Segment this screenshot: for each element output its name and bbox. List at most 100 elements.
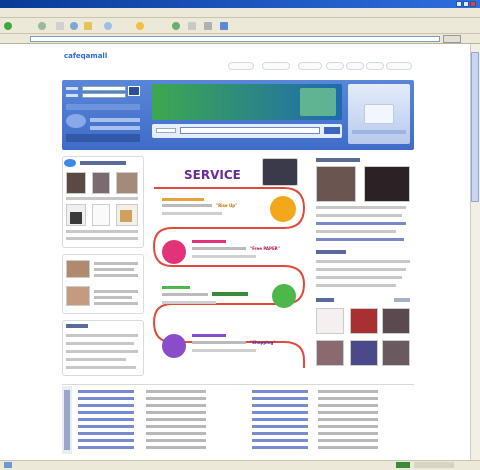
gallery-thumbnail[interactable] xyxy=(316,308,344,334)
star-icon xyxy=(136,21,144,30)
list-line xyxy=(316,206,406,209)
panel-title xyxy=(80,161,126,165)
person-photo[interactable] xyxy=(66,260,90,278)
service-desc xyxy=(162,204,212,207)
list-line xyxy=(66,366,136,369)
list-line xyxy=(66,334,138,337)
service-desc xyxy=(162,212,222,215)
service-icon-riseup[interactable] xyxy=(270,196,296,222)
service-desc xyxy=(192,255,256,258)
list-line xyxy=(316,238,404,241)
site-logo[interactable]: cafeqamall xyxy=(64,52,107,60)
gallery-thumbnail[interactable] xyxy=(382,340,410,366)
more-link[interactable] xyxy=(394,298,410,302)
gallery-thumbnail[interactable] xyxy=(316,340,344,366)
service-desc xyxy=(192,341,246,344)
panel-title xyxy=(66,324,88,328)
refresh-icon xyxy=(70,21,78,30)
service-label xyxy=(192,240,226,243)
window-titlebar xyxy=(0,0,480,8)
login-id-input[interactable] xyxy=(82,86,126,91)
list-line xyxy=(94,290,138,293)
refresh-button[interactable] xyxy=(70,21,78,30)
person-photo[interactable] xyxy=(66,286,90,306)
edit-button[interactable] xyxy=(220,21,228,30)
topnav-item-2[interactable] xyxy=(262,62,290,70)
gallery-thumbnail[interactable] xyxy=(382,308,410,334)
member-benefits-banner[interactable] xyxy=(66,134,140,142)
photo-thumbnail[interactable] xyxy=(92,172,110,194)
login-pw-label xyxy=(66,94,78,97)
topnav-item-4[interactable] xyxy=(326,62,344,70)
close-button[interactable] xyxy=(470,1,476,7)
search-category-select[interactable] xyxy=(156,128,176,133)
topnav-item-6[interactable] xyxy=(366,62,384,70)
list-line xyxy=(94,262,138,265)
address-input[interactable] xyxy=(30,36,440,42)
service-desc xyxy=(162,301,216,304)
featured-photo[interactable] xyxy=(316,166,356,202)
panel-icon xyxy=(64,159,76,167)
photo-thumbnail[interactable] xyxy=(92,204,110,226)
list-line xyxy=(94,296,132,299)
left-panel-photos xyxy=(62,156,144,248)
caption-line xyxy=(66,237,138,240)
login-password-input[interactable] xyxy=(82,93,126,98)
footer-link-list[interactable] xyxy=(78,390,134,452)
photo-thumbnail[interactable] xyxy=(66,172,86,194)
service-icon-green[interactable] xyxy=(272,284,296,308)
service-desc xyxy=(192,349,256,352)
scrollbar-thumb[interactable] xyxy=(471,52,479,202)
home-button[interactable] xyxy=(84,21,92,30)
featured-photo[interactable] xyxy=(364,166,410,202)
maximize-button[interactable] xyxy=(463,1,469,7)
member-info-line xyxy=(90,118,140,122)
topnav-item-5[interactable] xyxy=(346,62,364,70)
service-icon-freepaper[interactable] xyxy=(162,240,186,264)
list-line xyxy=(316,276,402,279)
topnav-item-1[interactable] xyxy=(228,62,254,70)
forward-arrow-icon xyxy=(38,21,46,30)
footer-link-list[interactable] xyxy=(252,390,308,452)
internet-zone-icon xyxy=(396,462,410,468)
search-icon xyxy=(104,21,112,30)
back-button[interactable] xyxy=(4,21,13,30)
list-line xyxy=(94,302,138,305)
service-desc xyxy=(192,247,246,250)
footer-link-list[interactable] xyxy=(146,390,206,452)
service-emphasis-riseup: "Rise Up" xyxy=(216,203,238,208)
service-emphasis-shopping: "Shopping" xyxy=(250,340,276,345)
search-toolbar-button[interactable] xyxy=(104,21,112,30)
gallery-thumbnail[interactable] xyxy=(350,308,378,334)
search-button[interactable] xyxy=(324,127,340,134)
minimize-button[interactable] xyxy=(456,1,462,7)
caption-line xyxy=(66,230,138,233)
forward-button[interactable] xyxy=(38,21,46,30)
go-button[interactable] xyxy=(443,35,461,43)
topnav-item-7[interactable] xyxy=(386,62,412,70)
login-id-label xyxy=(66,87,78,90)
history-icon xyxy=(172,21,180,30)
login-button[interactable] xyxy=(128,86,140,96)
gallery-thumbnail[interactable] xyxy=(350,340,378,366)
character-icon xyxy=(66,114,86,128)
mail-button[interactable] xyxy=(188,21,196,30)
print-button[interactable] xyxy=(204,21,212,30)
service-label xyxy=(192,334,226,337)
footer-side-label xyxy=(64,390,70,450)
search-input[interactable] xyxy=(180,127,320,134)
back-arrow-icon xyxy=(4,21,12,30)
history-button[interactable] xyxy=(172,21,180,30)
list-line xyxy=(66,358,126,361)
photo-thumbnail[interactable] xyxy=(116,172,138,194)
topnav-item-3[interactable] xyxy=(298,62,322,70)
right-panel-title xyxy=(316,250,346,254)
service-icon-shopping[interactable] xyxy=(162,334,186,358)
login-links[interactable] xyxy=(66,104,140,110)
list-line xyxy=(316,222,406,225)
promo-image xyxy=(300,88,336,116)
stop-button[interactable] xyxy=(56,21,64,30)
footer-link-list[interactable] xyxy=(318,390,378,452)
stop-icon xyxy=(56,21,64,30)
favorites-button[interactable] xyxy=(136,21,144,30)
